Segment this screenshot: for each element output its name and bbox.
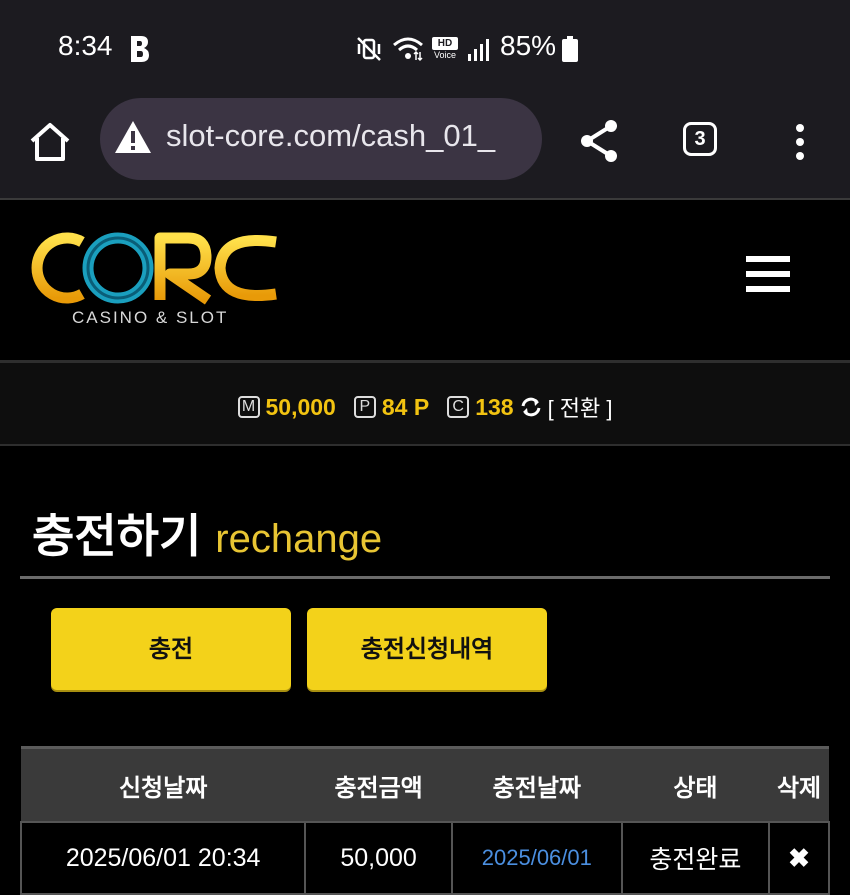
battery-icon [562, 36, 578, 62]
core-logo-mark [31, 232, 277, 305]
mute-vibrate-icon [357, 37, 381, 61]
switch-link[interactable]: [ 전환 ] [548, 391, 613, 423]
charge-history-button[interactable]: 충전신청내역 [307, 608, 547, 690]
title-underline [20, 576, 830, 579]
status-bar: 8:34 HD Voice 85% [0, 0, 850, 98]
charge-history-table: 신청날짜 충전금액 충전날짜 상태 삭제 2025/06/01 20:34 50… [19, 746, 830, 895]
money-badge-icon: M [237, 396, 260, 418]
column-header: 충전금액 [305, 746, 452, 822]
delete-icon[interactable]: ✖ [768, 821, 830, 895]
menu-icon[interactable] [746, 256, 790, 296]
column-header: 충전날짜 [451, 746, 622, 822]
page-title-english: rechange [215, 517, 383, 561]
page-title: 충전하기 rechange [32, 500, 382, 566]
battery-percent: 85% [500, 30, 557, 61]
site-header: CASINO & SLOT [0, 200, 850, 360]
browser-toolbar: slot-core.com/cash_01_ 3 [0, 98, 850, 198]
point-badge-icon: P [353, 396, 376, 418]
status-cell: 충전완료 [620, 821, 771, 895]
column-header: 상태 [621, 746, 770, 822]
table-row: 2025/06/01 20:34 50,000 2025/06/01 충전완료 … [19, 821, 830, 895]
signal-icon [468, 39, 489, 61]
voice-label: Voice [433, 50, 457, 60]
column-header: 신청날짜 [21, 746, 306, 822]
amount-cell: 50,000 [304, 821, 453, 895]
table-header-row: 신청날짜 충전금액 충전날짜 상태 삭제 [21, 746, 829, 822]
column-header: 삭제 [769, 746, 829, 822]
hd-voice-icon: HD Voice [432, 37, 462, 63]
divider [0, 444, 850, 446]
coin-badge-icon: C [447, 396, 470, 418]
coin-value: 138 [475, 393, 514, 420]
page-title-korean: 충전하기 [32, 509, 202, 563]
share-icon[interactable] [578, 118, 620, 164]
request-date-cell: 2025/06/01 20:34 [19, 821, 307, 895]
coin-balance: C 138 [ 전환 ] [447, 391, 613, 423]
wifi-icon [393, 37, 423, 62]
home-icon[interactable] [28, 120, 72, 164]
hd-label: HD [432, 37, 458, 50]
address-bar[interactable]: slot-core.com/cash_01_ [100, 98, 542, 180]
status-time: 8:34 [58, 30, 113, 61]
balance-bar: M 50,000 P 84 P C 138 [ 전환 ] [0, 363, 850, 444]
app-notification-icon [131, 36, 149, 62]
refresh-icon[interactable] [520, 396, 542, 418]
money-value: 50,000 [265, 393, 336, 420]
charge-date-cell: 2025/06/01 [450, 821, 623, 895]
warning-icon[interactable] [114, 120, 152, 154]
money-balance: M 50,000 [237, 393, 336, 421]
charge-button[interactable]: 충전 [51, 608, 291, 690]
more-options-icon[interactable] [792, 122, 808, 162]
url-text[interactable]: slot-core.com/cash_01_ [166, 118, 495, 154]
tab-switcher-button[interactable]: 3 [683, 122, 717, 156]
point-value: 84 P [381, 393, 430, 420]
point-balance: P 84 P [353, 393, 430, 421]
logo-subtitle: CASINO & SLOT [72, 308, 229, 327]
